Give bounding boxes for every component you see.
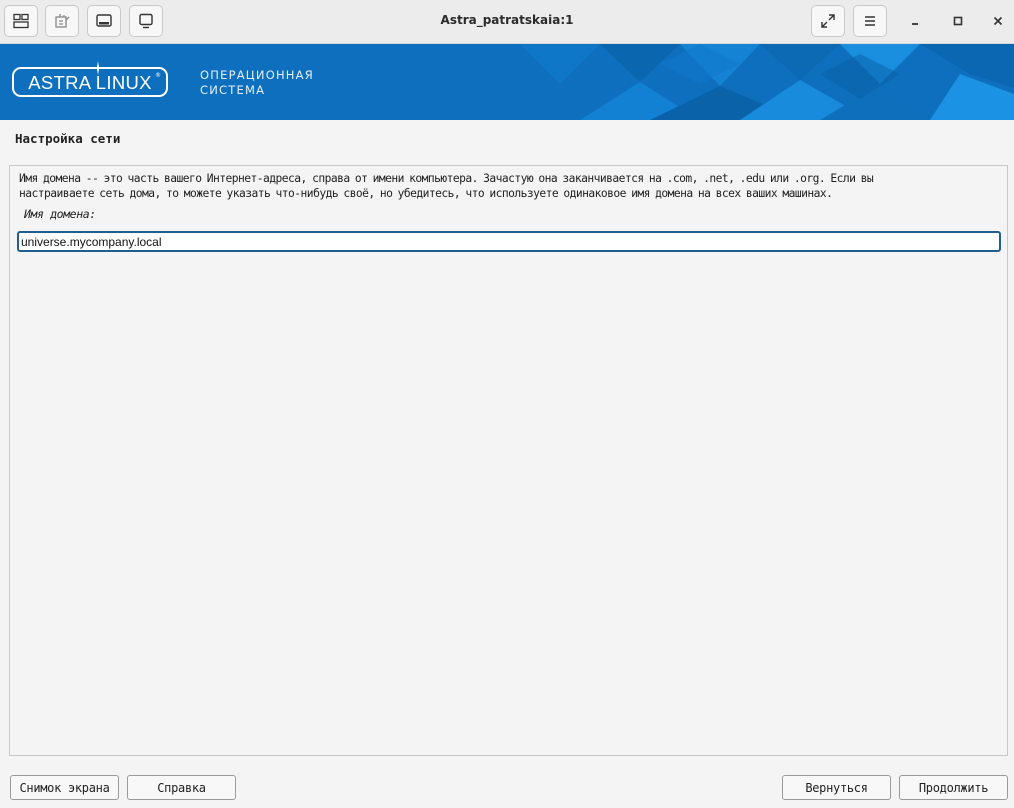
window-titlebar: Astra_patratskaia:1	[0, 0, 1014, 44]
continue-button[interactable]: Продолжить	[899, 775, 1008, 800]
domain-name-input[interactable]	[17, 231, 1001, 252]
registered-mark: ®	[155, 72, 161, 79]
menu-icon	[865, 16, 875, 26]
menu-button[interactable]	[853, 5, 887, 37]
description-line: Имя домена -- это часть вашего Интернет-…	[19, 172, 874, 185]
close-button[interactable]	[987, 10, 1009, 32]
close-icon	[993, 16, 1003, 26]
banner-subtitle: ОПЕРАЦИОННАЯ СИСТЕМА	[200, 68, 314, 98]
back-button[interactable]: Вернуться	[782, 775, 891, 800]
astra-linux-logo: ASTRA LINUX ®	[12, 61, 168, 97]
maximize-icon	[953, 16, 963, 26]
banner-subtitle-line2: СИСТЕМА	[200, 83, 266, 97]
page-title: Настройка сети	[15, 131, 121, 146]
banner-subtitle-line1: ОПЕРАЦИОННАЯ	[200, 68, 314, 82]
settings-panel: Имя домена -- это часть вашего Интернет-…	[9, 165, 1008, 756]
help-button[interactable]: Справка	[127, 775, 236, 800]
minimize-icon	[912, 23, 918, 25]
astra-linux-banner: ASTRA LINUX ® ОПЕРАЦИОННАЯ СИСТЕМА	[0, 44, 1014, 120]
minimize-button[interactable]	[904, 10, 926, 32]
maximize-button[interactable]	[947, 10, 969, 32]
domain-field-label: Имя домена:	[24, 207, 96, 221]
description-text: Имя домена -- это часть вашего Интернет-…	[19, 171, 994, 201]
screenshot-button[interactable]: Снимок экрана	[10, 775, 119, 800]
fullscreen-icon	[821, 14, 835, 28]
logo-text: ASTRA LINUX	[28, 72, 152, 93]
description-line: настраиваете сеть дома, то можете указат…	[19, 187, 833, 200]
fullscreen-button[interactable]	[811, 5, 845, 37]
